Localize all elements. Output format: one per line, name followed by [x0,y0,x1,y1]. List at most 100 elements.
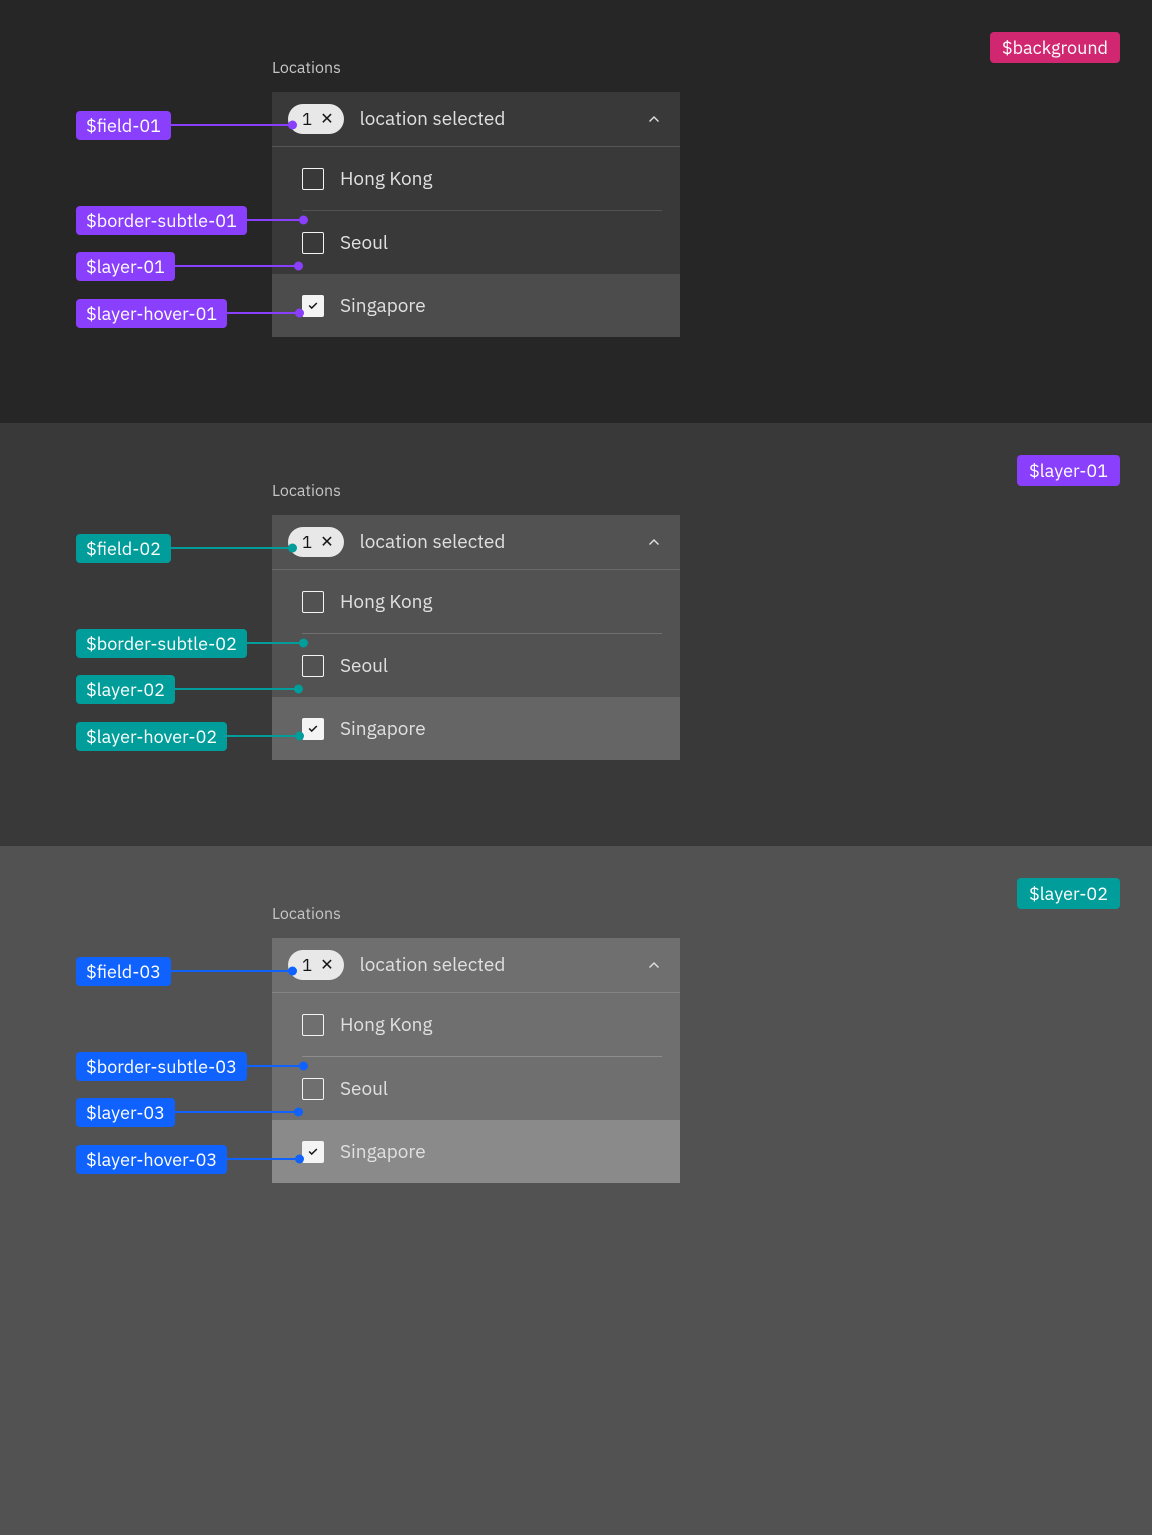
selection-count-tag[interactable]: 1 ✕ [288,527,344,557]
checkbox-unchecked-icon[interactable] [302,1078,324,1100]
dropdown-field[interactable]: 1 ✕ location selected [272,92,680,147]
token-callout-layer-hover-01: $layer-hover-01 [76,298,300,328]
option-label: Hong Kong [340,590,432,614]
token-leader-line [247,219,304,221]
token-label: $border-subtle-01 [76,206,247,235]
token-label: $field-03 [76,957,171,986]
clear-selection-icon[interactable]: ✕ [320,111,333,127]
dropdown-label: Locations [272,904,680,924]
token-callout-layer-03: $layer-03 [76,1097,299,1127]
multiselect-dropdown: Locations 1 ✕ location selected Hong Kon… [272,481,680,760]
checkbox-checked-icon[interactable] [302,718,324,740]
token-label: $border-subtle-03 [76,1052,247,1081]
token-leader-line [175,1111,299,1113]
selection-count: 1 [302,531,312,553]
token-leader-line [247,1065,304,1067]
corner-tag-background: $background [990,32,1120,63]
token-label: $layer-hover-02 [76,722,227,751]
token-dot-icon [288,121,297,130]
option-label: Singapore [340,717,426,741]
checkbox-unchecked-icon[interactable] [302,655,324,677]
token-dot-icon [295,732,304,741]
dropdown-menu: Hong Kong Seoul Singapore [272,570,680,760]
dropdown-placeholder: location selected [360,530,506,554]
option-hong-kong[interactable]: Hong Kong [272,993,680,1056]
selection-count-tag[interactable]: 1 ✕ [288,104,344,134]
option-label: Seoul [340,231,388,255]
checkbox-checked-icon[interactable] [302,295,324,317]
chevron-up-icon [646,111,662,127]
option-hong-kong[interactable]: Hong Kong [272,147,680,210]
option-singapore[interactable]: Singapore [272,1120,680,1183]
option-singapore[interactable]: Singapore [272,274,680,337]
token-leader-line [171,970,293,972]
token-leader-line [227,1158,300,1160]
checkbox-checked-icon[interactable] [302,1141,324,1163]
multiselect-dropdown: Locations 1 ✕ location selected Hong Kon… [272,904,680,1183]
dropdown-placeholder: location selected [360,953,506,977]
token-leader-line [171,124,293,126]
token-dot-icon [299,1062,308,1071]
option-label: Seoul [340,654,388,678]
dropdown-placeholder: location selected [360,107,506,131]
token-label: $layer-01 [76,252,175,281]
selection-count-tag[interactable]: 1 ✕ [288,950,344,980]
option-seoul[interactable]: Seoul [272,1057,680,1120]
token-callout-layer-01: $layer-01 [76,251,299,281]
token-callout-border-subtle-02: $border-subtle-02 [76,628,304,658]
token-leader-line [175,265,299,267]
option-label: Hong Kong [340,167,432,191]
option-label: Seoul [340,1077,388,1101]
selection-count: 1 [302,108,312,130]
checkbox-unchecked-icon[interactable] [302,232,324,254]
token-leader-line [247,642,304,644]
dropdown-label: Locations [272,481,680,501]
dropdown-menu: Hong Kong Seoul Singapore [272,147,680,337]
dropdown-label: Locations [272,58,680,78]
token-dot-icon [294,685,303,694]
panel-layer-02: $layer-02 Locations 1 ✕ location selecte… [0,846,1152,1535]
option-hong-kong[interactable]: Hong Kong [272,570,680,633]
token-callout-border-subtle-03: $border-subtle-03 [76,1051,304,1081]
panel-layer-01: $layer-01 Locations 1 ✕ location selecte… [0,423,1152,846]
checkbox-unchecked-icon[interactable] [302,168,324,190]
clear-selection-icon[interactable]: ✕ [320,957,333,973]
checkbox-unchecked-icon[interactable] [302,1014,324,1036]
token-label: $layer-02 [76,675,175,704]
token-dot-icon [294,1108,303,1117]
option-label: Singapore [340,1140,426,1164]
token-dot-icon [295,309,304,318]
option-seoul[interactable]: Seoul [272,211,680,274]
token-label: $layer-hover-01 [76,299,227,328]
token-callout-field-03: $field-03 [76,956,293,986]
chevron-up-icon [646,957,662,973]
chevron-up-icon [646,534,662,550]
token-callout-layer-02: $layer-02 [76,674,299,704]
token-callout-layer-hover-03: $layer-hover-03 [76,1144,300,1174]
option-seoul[interactable]: Seoul [272,634,680,697]
dropdown-field[interactable]: 1 ✕ location selected [272,515,680,570]
token-dot-icon [295,1155,304,1164]
multiselect-dropdown: Locations 1 ✕ location selected Hong Kon… [272,58,680,337]
panel-background: $background Locations 1 ✕ location selec… [0,0,1152,423]
selection-count: 1 [302,954,312,976]
token-label: $field-01 [76,111,171,140]
token-label: $border-subtle-02 [76,629,247,658]
token-label: $field-02 [76,534,171,563]
clear-selection-icon[interactable]: ✕ [320,534,333,550]
corner-tag-layer-01: $layer-01 [1017,455,1120,486]
token-leader-line [227,312,300,314]
token-callout-field-01: $field-01 [76,110,293,140]
token-dot-icon [294,262,303,271]
token-dot-icon [299,639,308,648]
token-callout-layer-hover-02: $layer-hover-02 [76,721,300,751]
option-singapore[interactable]: Singapore [272,697,680,760]
token-callout-field-02: $field-02 [76,533,293,563]
corner-tag-layer-02: $layer-02 [1017,878,1120,909]
token-label: $layer-hover-03 [76,1145,227,1174]
dropdown-field[interactable]: 1 ✕ location selected [272,938,680,993]
token-dot-icon [288,967,297,976]
token-dot-icon [299,216,308,225]
checkbox-unchecked-icon[interactable] [302,591,324,613]
token-leader-line [171,547,293,549]
